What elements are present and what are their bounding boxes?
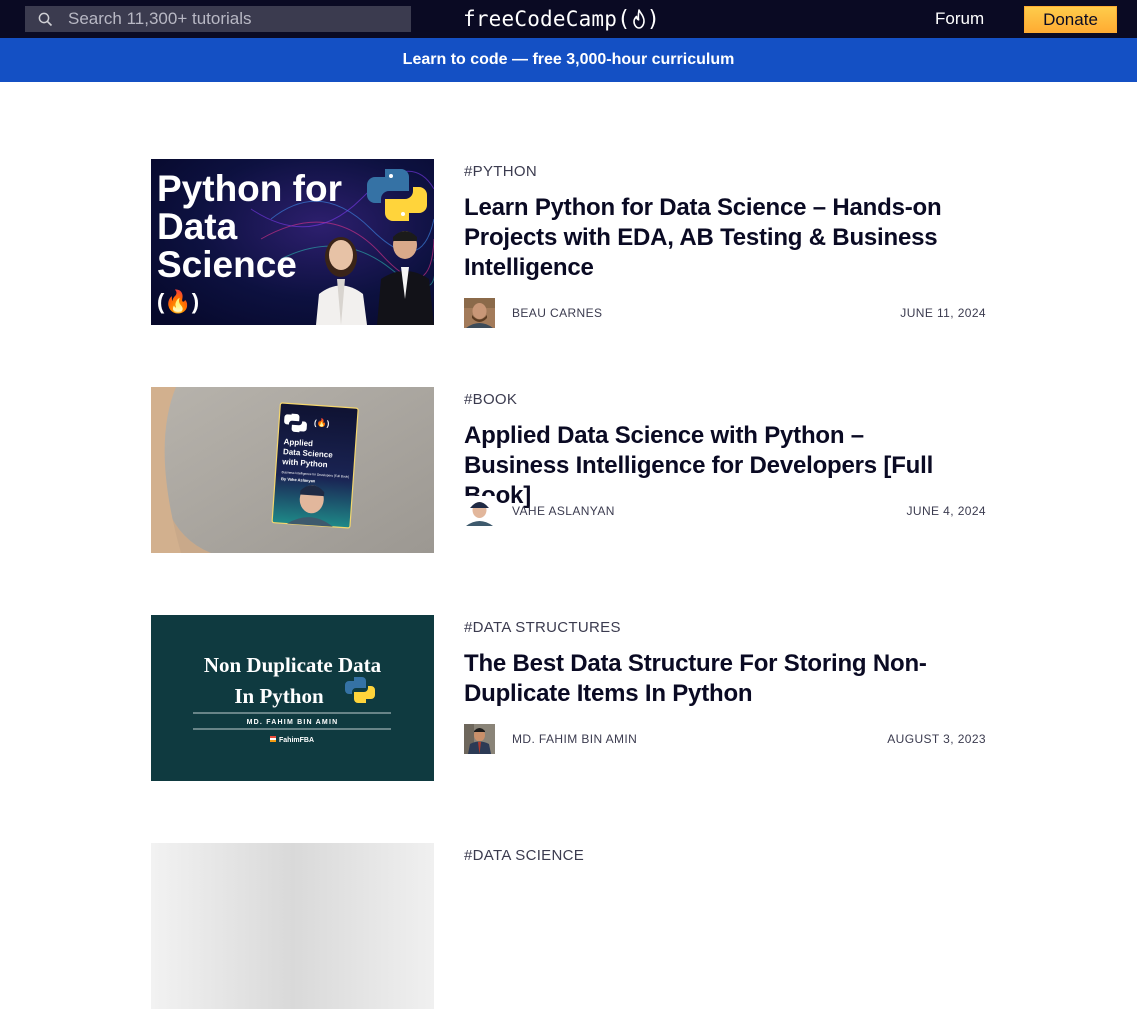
article-tag[interactable]: #PYTHON (464, 163, 537, 180)
article-author-row: MD. FAHIM BIN AMIN AUGUST 3, 2023 (464, 724, 986, 754)
article-title: Learn Python for Data Science – Hands-on… (464, 193, 964, 283)
post-date: JUNE 11, 2024 (900, 306, 986, 320)
thumb-byline: MD. FAHIM BIN AMIN (247, 719, 339, 726)
top-nav: freeCodeCamp ( ) Forum Donate (0, 0, 1137, 38)
svg-text:(🔥): (🔥) (314, 417, 330, 428)
curriculum-banner: Learn to code — free 3,000-hour curricul… (0, 38, 1137, 82)
article-tag[interactable]: #DATA STRUCTURES (464, 619, 621, 636)
author-name[interactable]: VAHE ASLANYAN (512, 504, 615, 518)
post-date: AUGUST 3, 2023 (887, 732, 986, 746)
article-thumbnail[interactable]: Python for Data Science (🔥) (151, 159, 434, 325)
article-author-row: VAHE ASLANYAN JUNE 4, 2024 (464, 496, 986, 526)
article-thumbnail[interactable] (151, 843, 434, 1009)
forum-link[interactable]: Forum (926, 6, 993, 32)
search-icon (25, 6, 65, 32)
article-card: Non Duplicate Data In Python MD. FAHIM B… (151, 615, 986, 781)
author-avatar[interactable] (464, 496, 495, 526)
article-title-link[interactable]: The Best Data Structure For Storing Non-… (464, 650, 927, 707)
logo-paren-close: ) (646, 6, 661, 32)
article-tag[interactable]: #BOOK (464, 391, 517, 408)
article-title-link[interactable]: Learn Python for Data Science – Hands-on… (464, 194, 942, 281)
thumb-badge: (🔥) (157, 289, 199, 314)
article-title: The Best Data Structure For Storing Non-… (464, 649, 964, 709)
article-card: (🔥) Applied Data Science with Python Bus… (151, 387, 986, 553)
article-author-row: BEAU CARNES JUNE 11, 2024 (464, 298, 986, 328)
thumb-title-line2: Data (157, 206, 238, 247)
article-card: #DATA SCIENCE (151, 843, 986, 1009)
search-bar[interactable] (25, 6, 411, 32)
logo-wordmark: freeCodeCamp (463, 7, 618, 31)
thumb-title-line3: Science (157, 244, 297, 285)
author-avatar[interactable] (464, 298, 495, 328)
search-input[interactable] (65, 6, 395, 32)
article-thumbnail[interactable]: Non Duplicate Data In Python MD. FAHIM B… (151, 615, 434, 781)
article-thumbnail[interactable]: (🔥) Applied Data Science with Python Bus… (151, 387, 434, 553)
author-avatar[interactable] (464, 724, 495, 754)
thumb-handle: FahimFBA (279, 737, 314, 744)
logo-paren-open: ( (617, 6, 631, 32)
thumb-title-line1: Python for (157, 168, 342, 209)
post-date: JUNE 4, 2024 (906, 504, 986, 518)
flame-icon (632, 9, 646, 29)
author-name[interactable]: BEAU CARNES (512, 306, 602, 320)
fcc-logo[interactable]: freeCodeCamp ( ) (463, 4, 660, 34)
thumb-title-line2: In Python (234, 684, 324, 708)
donate-button[interactable]: Donate (1024, 6, 1117, 33)
curriculum-banner-link[interactable]: Learn to code — free 3,000-hour curricul… (403, 51, 735, 69)
author-name[interactable]: MD. FAHIM BIN AMIN (512, 732, 637, 746)
thumb-title-line1: Non Duplicate Data (204, 653, 382, 677)
article-tag[interactable]: #DATA SCIENCE (464, 847, 584, 864)
article-card: Python for Data Science (🔥) #PYTHON Lear… (151, 159, 986, 328)
